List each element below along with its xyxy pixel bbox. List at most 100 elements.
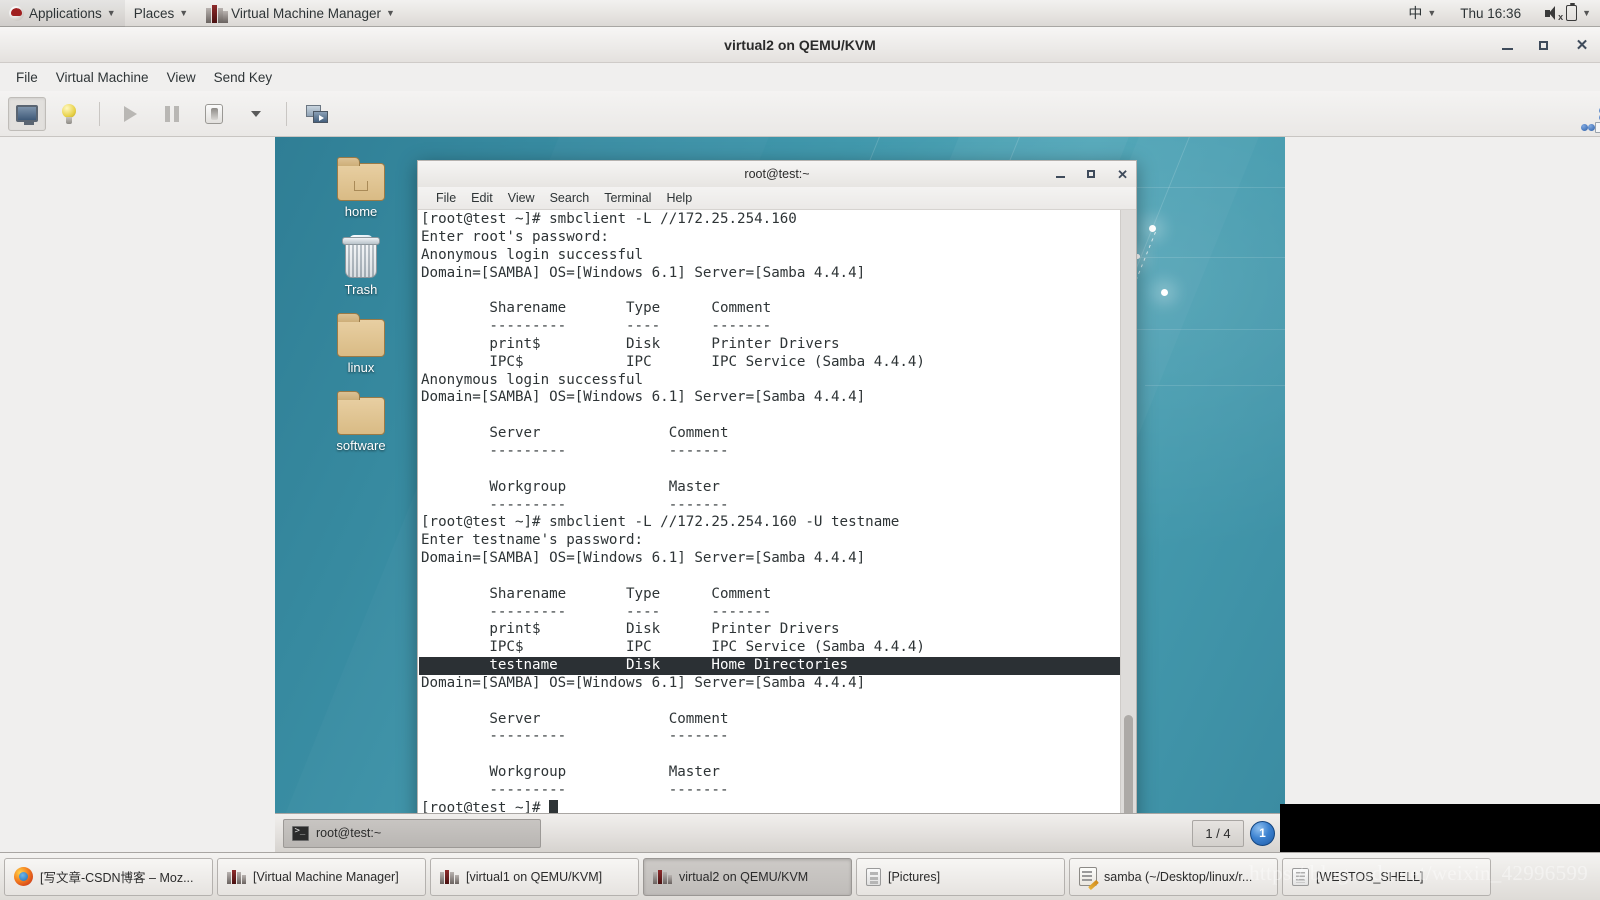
terminal-line: Enter testname's password: — [421, 532, 644, 549]
workspace-switcher: 1 / 4 1 — [1192, 819, 1277, 847]
vmm-window-controls: ✕ — [1502, 27, 1590, 63]
power-icon — [205, 103, 223, 124]
desktop-icon-linux[interactable]: linux — [313, 305, 409, 375]
terminal-line: --------- ------- — [421, 728, 729, 745]
terminal-line: Server Comment — [421, 710, 729, 727]
vm-taskbar-item-label: root@test:~ — [316, 826, 382, 840]
terminal-line: Domain=[SAMBA] OS=[Windows 6.1] Server=[… — [421, 389, 866, 406]
terminal-scrollbar[interactable] — [1120, 210, 1136, 813]
desktop-icon-trash[interactable]: Trash — [313, 227, 409, 297]
workspace-badge[interactable]: 1 — [1250, 820, 1275, 846]
terminal-line: [root@test ~]# smbclient -L //172.25.254… — [421, 211, 797, 227]
active-application-label: Virtual Machine Manager — [231, 5, 382, 21]
terminal-line: Sharename Type Comment — [421, 300, 772, 317]
terminal-menubar: File Edit View Search Terminal Help — [418, 187, 1136, 210]
terminal-prompt-text: [root@test ~]# — [421, 799, 550, 813]
terminal-scrollbar-thumb[interactable] — [1124, 715, 1133, 813]
pictures-icon — [866, 867, 881, 886]
terminal-line: Domain=[SAMBA] OS=[Windows 6.1] Server=[… — [421, 674, 866, 691]
system-status-menu[interactable]: x ▼ — [1536, 0, 1600, 27]
active-application-menu[interactable]: Virtual Machine Manager ▼ — [197, 0, 404, 27]
minimize-button[interactable] — [1502, 41, 1513, 50]
terminal-menu-view[interactable]: View — [501, 189, 542, 207]
applications-menu[interactable]: Applications ▼ — [0, 0, 125, 27]
applications-menu-label: Applications — [29, 5, 102, 21]
host-taskbar-item-label: virtual2 on QEMU/KVM — [679, 869, 809, 884]
terminal-line: --------- ------- — [421, 442, 729, 459]
input-method-label: 中 — [1408, 5, 1423, 21]
top-panel-status-area: 中 ▼ Thu 16:36 x ▼ — [1399, 0, 1600, 27]
menu-view[interactable]: View — [159, 67, 204, 88]
terminal-menu-search[interactable]: Search — [543, 189, 597, 207]
workspace-indicator[interactable]: 1 / 4 — [1192, 819, 1244, 847]
chevron-down-icon: ▼ — [386, 7, 395, 18]
volume-muted-icon: x — [1545, 6, 1563, 22]
terminal-line: --------- ---- ------- — [421, 603, 772, 620]
host-taskbar-item-westos-shell[interactable]: [WESTOS_SHELL] — [1282, 857, 1491, 896]
desktop-icon-label: home — [344, 204, 378, 219]
minimize-button[interactable] — [1056, 170, 1066, 178]
home-folder-icon — [313, 149, 409, 201]
vmm-icon — [440, 869, 459, 884]
host-taskbar-item-label: [virtual1 on QEMU/KVM] — [466, 869, 603, 884]
host-desktop-background — [1280, 804, 1600, 852]
terminal-line: Domain=[SAMBA] OS=[Windows 6.1] Server=[… — [421, 264, 866, 281]
workspace-indicator-label: 1 / 4 — [1205, 825, 1231, 841]
terminal-line: Server Comment — [421, 425, 729, 442]
menu-file[interactable]: File — [8, 67, 46, 88]
trash-icon — [313, 227, 409, 279]
terminal-menu-help[interactable]: Help — [659, 189, 699, 207]
terminal-line: --------- ------- — [421, 496, 729, 513]
vmm-titlebar: virtual2 on QEMU/KVM ✕ — [0, 27, 1600, 63]
vm-taskbar-item-terminal[interactable]: root@test:~ — [283, 818, 541, 848]
show-graphical-console-button[interactable] — [8, 96, 46, 131]
manage-snapshots-button[interactable] — [298, 97, 336, 131]
chevron-down-icon: ▼ — [1582, 7, 1591, 18]
vm-desktop[interactable]: home Trash linux software root@test:~ ✕ … — [275, 137, 1285, 813]
clock-label: Thu 16:36 — [1460, 5, 1522, 21]
host-taskbar-item-virtual2[interactable]: virtual2 on QEMU/KVM — [643, 857, 852, 896]
terminal-line: IPC$ IPC IPC Service (Samba 4.4.4) — [421, 353, 925, 370]
host-taskbar-item-firefox[interactable]: [写文章-CSDN博客 – Moz... — [4, 857, 213, 896]
terminal-prompt-line: [root@test ~]# — [419, 799, 1120, 813]
shutdown-dropdown-button[interactable] — [237, 97, 275, 131]
folder-icon — [313, 383, 409, 435]
places-menu-label: Places — [133, 5, 175, 21]
terminal-line: Sharename Type Comment — [421, 585, 772, 602]
gedit-icon — [1079, 867, 1097, 886]
desktop-icon-software[interactable]: software — [313, 383, 409, 453]
chevron-down-icon: ▼ — [106, 7, 116, 18]
show-hardware-details-button[interactable] — [50, 97, 88, 131]
maximize-button[interactable] — [1087, 170, 1096, 178]
terminal-window[interactable]: root@test:~ ✕ File Edit View Search Term… — [417, 160, 1137, 813]
host-taskbar-item-virtual1[interactable]: [virtual1 on QEMU/KVM] — [430, 857, 639, 896]
host-taskbar-item-pictures[interactable]: [Pictures] — [856, 857, 1065, 896]
close-button[interactable]: ✕ — [1574, 37, 1590, 53]
close-button[interactable]: ✕ — [1117, 168, 1128, 181]
places-menu[interactable]: Places ▼ — [125, 0, 197, 27]
terminal-line: Workgroup Master — [421, 764, 720, 781]
shutdown-button[interactable] — [195, 97, 233, 131]
menu-virtual-machine[interactable]: Virtual Machine — [48, 67, 157, 88]
run-button[interactable] — [111, 97, 149, 131]
host-taskbar-item-label: samba (~/Desktop/linux/r... — [1104, 869, 1253, 884]
vmm-toolbar — [0, 91, 1600, 137]
terminal-screen[interactable]: [root@test ~]# smbclient -L //172.25.254… — [418, 210, 1120, 813]
terminal-line: [root@test ~]# smbclient -L //172.25.254… — [421, 514, 900, 531]
host-taskbar-item-samba[interactable]: samba (~/Desktop/linux/r... — [1069, 857, 1278, 896]
desktop-icon-label: linux — [347, 360, 375, 375]
terminal-menu-file[interactable]: File — [429, 189, 463, 207]
maximize-button[interactable] — [1539, 40, 1548, 50]
clock[interactable]: Thu 16:36 — [1445, 0, 1536, 27]
pause-button[interactable] — [153, 97, 191, 131]
host-taskbar-item-vmm[interactable]: [Virtual Machine Manager] — [217, 857, 426, 896]
input-method-indicator[interactable]: 中 ▼ — [1399, 0, 1445, 27]
terminal-menu-edit[interactable]: Edit — [464, 189, 500, 207]
terminal-menu-terminal[interactable]: Terminal — [597, 189, 658, 207]
virtual-machine-manager-window: virtual2 on QEMU/KVM ✕ File Virtual Mach… — [0, 27, 1600, 852]
desktop-icon-home[interactable]: home — [313, 149, 409, 219]
vm-graphical-console[interactable]: home Trash linux software root@test:~ ✕ … — [275, 137, 1285, 852]
firefox-icon — [14, 867, 33, 886]
menu-send-key[interactable]: Send Key — [206, 67, 281, 88]
